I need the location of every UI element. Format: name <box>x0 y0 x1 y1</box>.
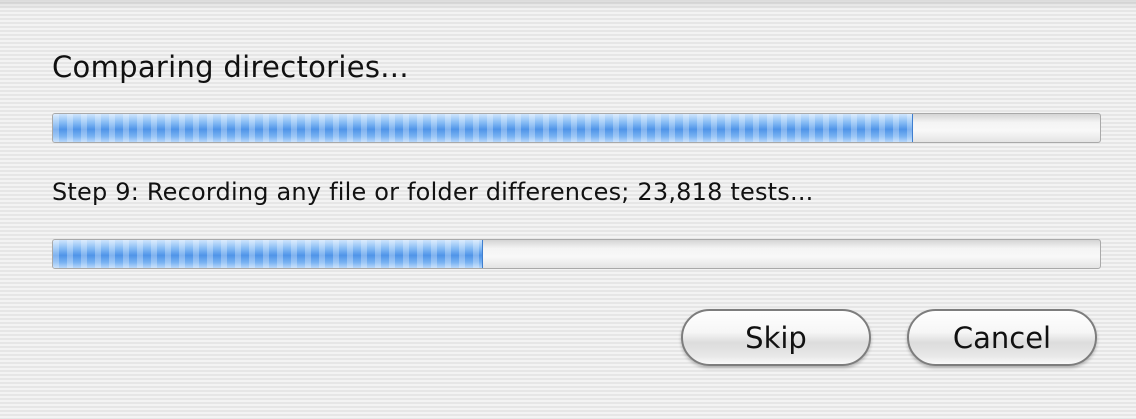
progress-dialog: Comparing directories... Step 9: Recordi… <box>0 0 1136 419</box>
skip-button[interactable]: Skip <box>681 309 871 366</box>
title-bar-shadow <box>0 0 1136 10</box>
overall-progress-fill <box>53 114 913 142</box>
step-status-text: Step 9: Recording any file or folder dif… <box>52 178 814 206</box>
dialog-title: Comparing directories... <box>52 50 409 84</box>
cancel-button[interactable]: Cancel <box>907 309 1097 366</box>
step-progress-bar <box>52 239 1101 269</box>
overall-progress-bar <box>52 113 1101 143</box>
step-progress-fill <box>53 240 484 268</box>
